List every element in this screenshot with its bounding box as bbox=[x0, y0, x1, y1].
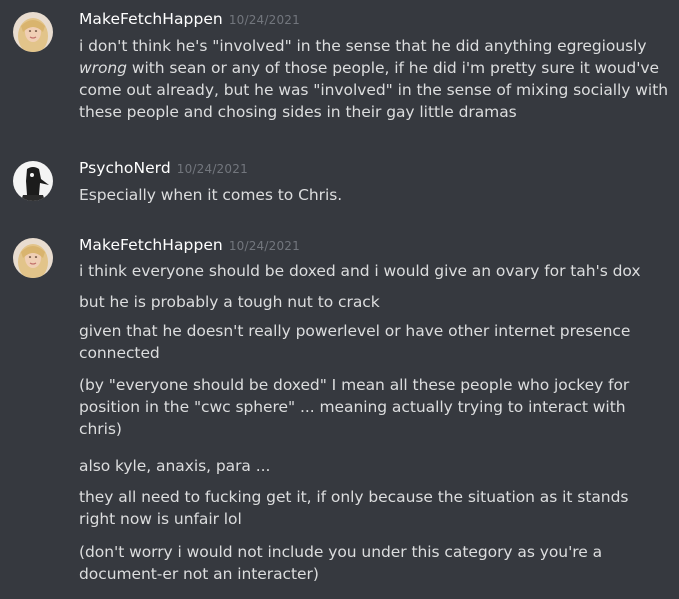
message-text: (don't worry i would not include you und… bbox=[79, 543, 603, 583]
username[interactable]: PsychoNerd bbox=[79, 159, 171, 177]
message-text: (by "everyone should be doxed" I mean al… bbox=[79, 376, 630, 438]
message-header: MakeFetchHappen 10/24/2021 bbox=[79, 9, 300, 30]
blonde-woman-avatar-icon bbox=[13, 12, 53, 52]
user-avatar[interactable] bbox=[13, 161, 53, 201]
message-header: PsychoNerd 10/24/2021 bbox=[79, 158, 248, 179]
message-content: also kyle, anaxis, para ... bbox=[79, 455, 669, 477]
user-avatar[interactable] bbox=[13, 238, 53, 278]
message-content: (by "everyone should be doxed" I mean al… bbox=[79, 374, 669, 440]
message-text: i think everyone should be doxed and i w… bbox=[79, 262, 641, 280]
message-text: also kyle, anaxis, para ... bbox=[79, 457, 271, 475]
message-content: they all need to fucking get it, if only… bbox=[79, 486, 669, 530]
message-text: given that he doesn't really powerlevel … bbox=[79, 322, 631, 362]
username[interactable]: MakeFetchHappen bbox=[79, 236, 223, 254]
message-header: MakeFetchHappen 10/24/2021 bbox=[79, 235, 300, 256]
message-content: i think everyone should be doxed and i w… bbox=[79, 260, 669, 282]
blonde-woman-avatar-icon bbox=[13, 238, 53, 278]
message-text: they all need to fucking get it, if only… bbox=[79, 488, 629, 528]
timestamp[interactable]: 10/24/2021 bbox=[229, 239, 300, 253]
message-text: with sean or any of those people, if he … bbox=[79, 59, 668, 121]
message-content: given that he doesn't really powerlevel … bbox=[79, 320, 669, 364]
message-text: Especially when it comes to Chris. bbox=[79, 186, 343, 204]
message-content: (don't worry i would not include you und… bbox=[79, 541, 669, 585]
message-content: but he is probably a tough nut to crack bbox=[79, 291, 669, 313]
message-content: i don't think he's "involved" in the sen… bbox=[79, 35, 669, 123]
user-avatar[interactable] bbox=[13, 12, 53, 52]
message-text: but he is probably a tough nut to crack bbox=[79, 293, 380, 311]
timestamp[interactable]: 10/24/2021 bbox=[177, 162, 248, 176]
message-text: i don't think he's "involved" in the sen… bbox=[79, 37, 647, 55]
plague-doctor-avatar-icon bbox=[13, 161, 53, 201]
emphasized-text: wrong bbox=[79, 59, 127, 77]
message-content: Especially when it comes to Chris. bbox=[79, 184, 669, 206]
timestamp[interactable]: 10/24/2021 bbox=[229, 13, 300, 27]
username[interactable]: MakeFetchHappen bbox=[79, 10, 223, 28]
